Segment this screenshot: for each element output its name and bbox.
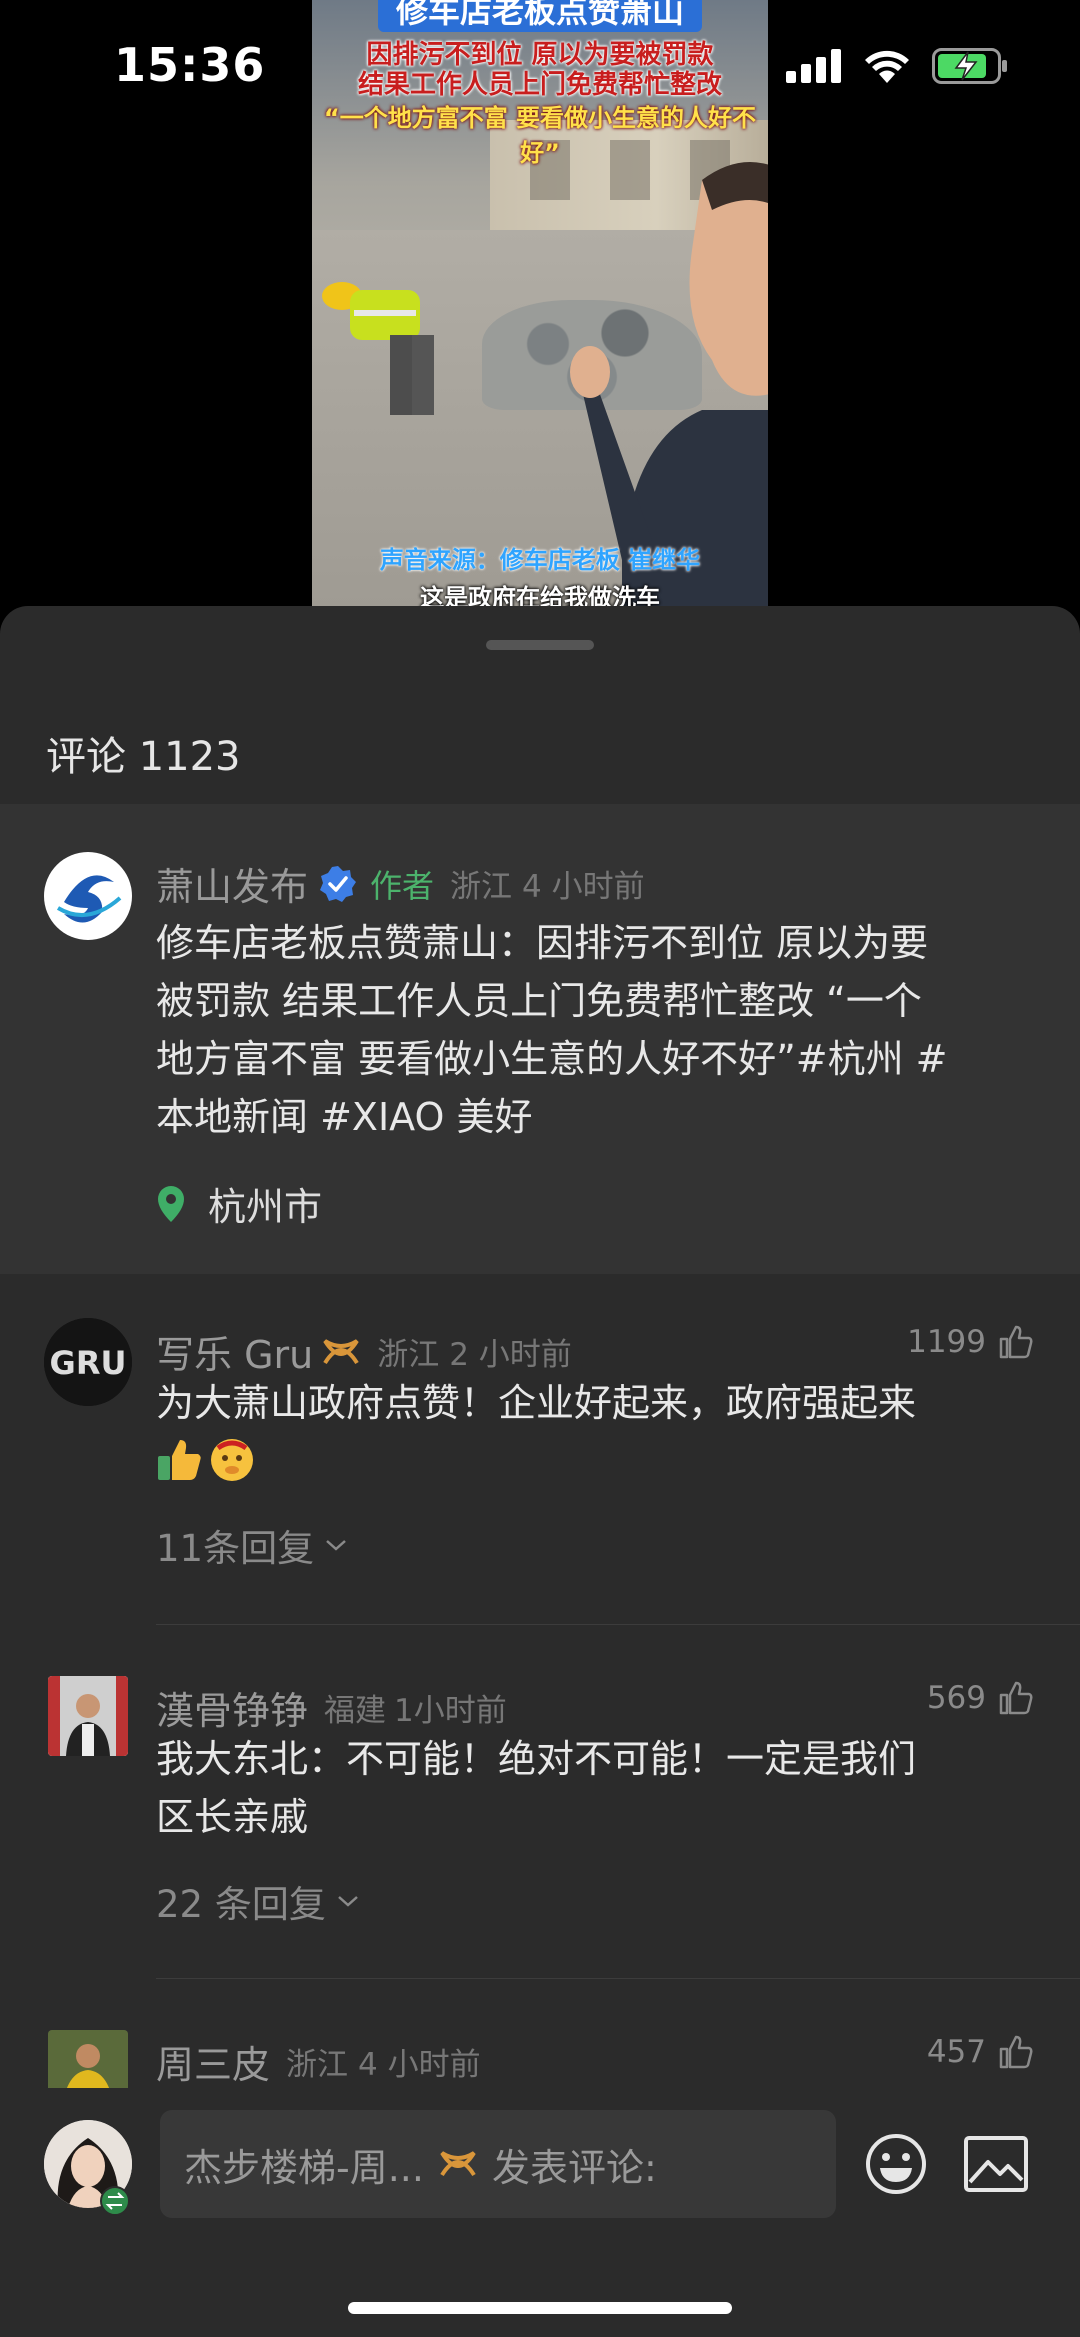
video-subtitle: 这是政府在给我做洗车 [420,584,660,608]
comment-location: 浙江 [450,869,513,905]
author-badge: 作者 [370,866,435,905]
author-post: 萧山发布 作者 浙江 4 小时前 修车店老板点赞萧山：因排污不到位 原以为要 被… [0,804,1080,1274]
comment-location: 福建 [324,1693,387,1729]
author-meta: 萧山发布 作者 浙江 4 小时前 [156,856,645,911]
image-icon[interactable] [964,2136,1028,2192]
author-post-text: 修车店老板点赞萧山：因排污不到位 原以为要 被罚款 结果工作人员上门免费帮忙整改… [156,914,1036,1146]
divider [156,1978,1080,1979]
thumbs-up-icon [999,2035,1033,2069]
username[interactable]: 萧山发布 [156,856,308,911]
comment-time: 4 小时前 [358,2047,481,2083]
comment-meta: 写乐 Gru 浙江 2 小时前 [156,1324,572,1379]
input-placeholder: 发表评论: [491,2145,657,2190]
replies-count: 11条回复 [156,1527,315,1570]
location-tag[interactable]: 杭州市 [156,1176,322,1231]
comment-item: GRU 写乐 Gru 浙江 2 小时前 1199 为大萧山政府点赞！企业好起来，… [0,1274,1080,2229]
comment-time: 1小时前 [394,1693,507,1729]
wifi-icon [865,50,909,83]
video-source-caption: 声音来源：修车店老板 崔继华 [379,546,701,574]
avatar[interactable]: GRU [44,1318,132,1406]
chevron-down-icon [326,1540,346,1551]
like-count: 569 [926,1680,986,1716]
video-caption-quote: “一个地方富不富 要看做小生意的人好不好” [323,104,757,167]
shushing-face-emoji-icon [211,1439,253,1481]
username[interactable]: 写乐 Gru [156,1324,313,1379]
comment-text-line: 为大萧山政府点赞！企业好起来，政府强起来 [156,1381,917,1425]
comment-text: 我大东北：不可能！绝对不可能！一定是我们 区长亲戚 [156,1730,1036,1846]
comment-location: 浙江 [377,1337,440,1373]
comment-meta: 周三皮 浙江 4 小时前 [156,2034,481,2089]
username[interactable]: 漢骨铮铮 [156,1680,308,1735]
vip-badge-icon [323,1338,359,1364]
divider [156,1624,1080,1625]
input-user-name: 杰步楼梯-周... [184,2145,424,2190]
like-count: 1199 [907,1324,986,1360]
like-button[interactable]: 1199 [907,1324,1034,1360]
verified-badge-icon [320,865,357,902]
comment-input[interactable]: 杰步楼梯-周... 发表评论: [160,2110,836,2218]
replies-count: 22 条回复 [156,1883,326,1926]
comment-text: 为大萧山政府点赞！企业好起来，政府强起来 [156,1374,1036,1484]
avatar[interactable] [44,852,132,940]
post-text-line: 本地新闻 #XIAO 美好 [156,1095,533,1139]
comment-time: 4 小时前 [522,869,645,905]
comment-meta: 漢骨铮铮 福建 1小时前 [156,1680,507,1735]
comments-count-title: 评论 1123 [46,734,241,780]
thumbs-up-icon [999,1325,1033,1359]
status-time: 15:36 [114,38,266,92]
like-count: 457 [926,2034,986,2070]
battery-charging-icon [932,48,1007,84]
like-button[interactable]: 569 [927,1680,1034,1716]
comment-text-line: 区长亲戚 [156,1795,309,1839]
comments-sheet: 评论 1123 萧山发布 作者 浙江 4 小时前 修车店老板点赞萧山：因排污不到… [0,606,1080,2337]
post-text-line: 修车店老板点赞萧山：因排污不到位 原以为要 [156,921,929,965]
avatar[interactable] [48,1676,128,1756]
comment-location: 浙江 [286,2047,349,2083]
thumbs-up-icon [999,1681,1033,1715]
view-replies-button[interactable]: 22 条回复 [156,1874,360,1928]
comment-item: 周三皮 浙江 4 小时前 457 [0,1984,1080,2110]
cellular-signal-icon [786,49,841,83]
like-button[interactable]: 457 [927,2034,1034,2070]
switch-account-icon[interactable] [100,2186,130,2216]
comment-time: 2 小时前 [449,1337,572,1373]
status-icons [786,48,1008,84]
view-replies-button[interactable]: 11条回复 [156,1518,348,1572]
sheet-drag-handle[interactable] [486,640,594,650]
post-text-line: 地方富不富 要看做小生意的人好不好”#杭州 # [156,1037,948,1081]
video-caption-line2: 结果工作人员上门免费帮忙整改 [357,70,722,100]
svg-text:GRU: GRU [50,1344,127,1382]
location-name: 杭州市 [208,1185,323,1229]
location-pin-icon [158,1185,184,1222]
comment-input-bar: 杰步楼梯-周... 发表评论: [0,2088,1080,2337]
video-worker [322,282,434,415]
comment-item: 漢骨铮铮 福建 1小时前 569 我大东北：不可能！绝对不可能！一定是我们 区长… [0,1630,1080,1984]
video-player[interactable]: 修车店老板点赞萧山 因排污不到位 原以为要被罚款 结果工作人员上门免费帮忙整改 … [312,0,768,608]
vip-badge-icon [440,2151,476,2177]
comment-text-line: 我大东北：不可能！绝对不可能！一定是我们 [156,1737,917,1781]
chevron-down-icon [338,1896,358,1907]
video-man [570,162,768,608]
comment-emojis [156,1436,1036,1484]
emoji-icon[interactable] [864,2132,928,2196]
post-text-line: 被罚款 结果工作人员上门免费帮忙整改 “一个 [156,979,922,1023]
video-title: 修车店老板点赞萧山 [312,0,768,32]
thumbs-up-emoji-icon [158,1440,201,1480]
home-indicator[interactable] [348,2302,732,2314]
username[interactable]: 周三皮 [156,2034,270,2089]
